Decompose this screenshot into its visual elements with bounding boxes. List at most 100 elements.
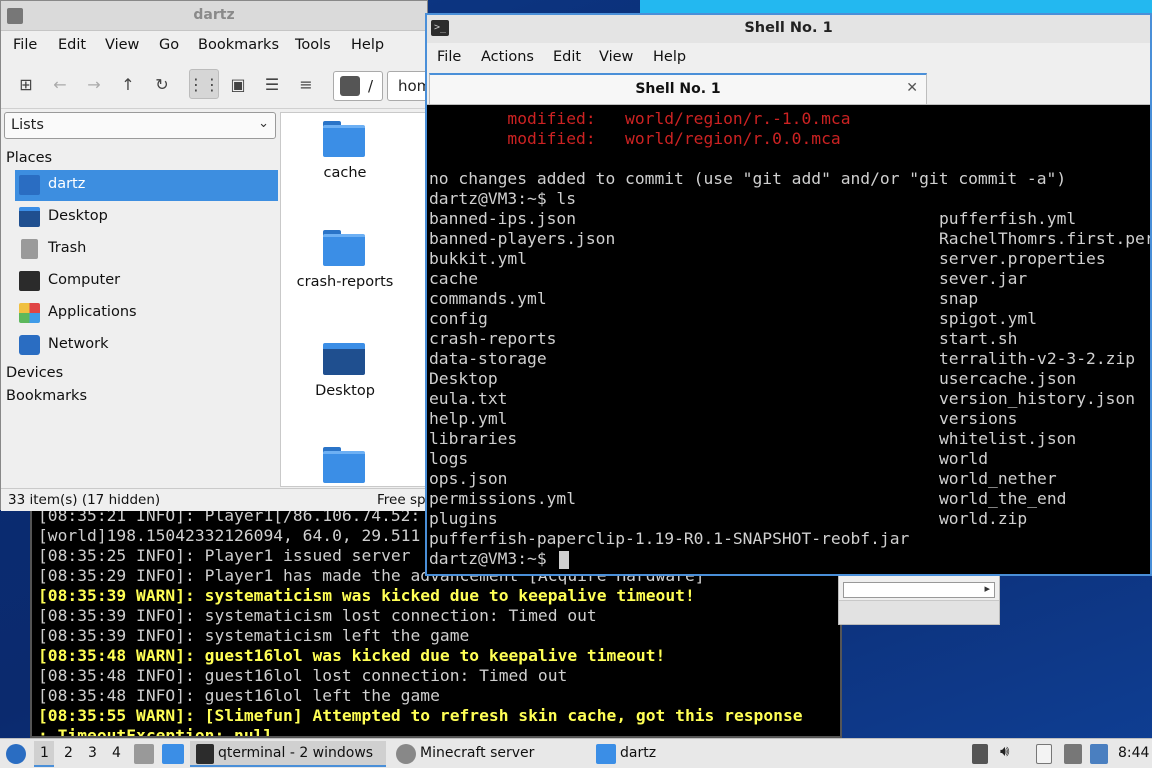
menu-tools[interactable]: Tools (295, 37, 331, 53)
volume-icon[interactable]: 🔊︎ (1000, 742, 1016, 762)
notification-icon[interactable] (1090, 744, 1108, 764)
ls-entry: RachelThomrs.first.per (939, 229, 1150, 248)
menu-file[interactable]: File (13, 37, 37, 53)
side-pane-mode-value: Lists (11, 117, 44, 133)
terminal-output[interactable]: modified: world/region/r.-1.0.mca modifi… (427, 105, 1150, 574)
ls-entry: help.yml (429, 409, 508, 428)
log-line: [08:35:48 INFO]: guest16lol lost connect… (38, 666, 568, 685)
applications-icon (19, 303, 40, 323)
file-manager-titlebar[interactable]: dartz (1, 1, 427, 31)
up-icon[interactable]: ↑ (113, 69, 143, 99)
minecraft-task-icon (396, 744, 416, 764)
sidebar-item-label: dartz (48, 176, 86, 192)
menu-edit[interactable]: Edit (553, 49, 581, 65)
clock[interactable]: 8:44 (1118, 745, 1149, 761)
folder-icon[interactable] (323, 230, 365, 266)
trash-icon (21, 239, 38, 259)
icon-view-icon[interactable]: ⋮⋮ (188, 69, 220, 99)
file-label[interactable]: cache (281, 165, 409, 181)
reload-icon[interactable]: ↻ (147, 69, 177, 99)
sidebar-item-label: Trash (48, 240, 87, 256)
ls-entry: world.zip (939, 509, 1028, 528)
prompt-line: dartz@VM3:~$ (429, 549, 557, 568)
ls-entry: ops.json (429, 469, 508, 488)
desktop-icon (19, 207, 40, 227)
compact-view-icon[interactable]: ☰ (257, 69, 287, 99)
places-heading[interactable]: Places (6, 150, 52, 166)
sidebar-item-computer[interactable]: Computer (15, 266, 278, 297)
network-status-icon[interactable] (1064, 744, 1082, 764)
show-desktop-icon[interactable] (162, 744, 184, 764)
detailed-view-icon[interactable]: ≡ (291, 69, 321, 99)
status-bar: 33 item(s) (17 hidden) Free sp (1, 488, 429, 511)
folder-icon[interactable] (323, 447, 365, 483)
sidebar-item-applications[interactable]: Applications (15, 298, 278, 329)
background-window[interactable]: ▸ (838, 575, 1000, 625)
menu-help[interactable]: Help (351, 37, 384, 53)
ls-entry: pufferfish-paperclip-1.19-R0.1-SNAPSHOT-… (429, 529, 910, 548)
new-tab-icon[interactable]: ⊞ (11, 69, 41, 99)
menu-help[interactable]: Help (653, 49, 686, 65)
close-icon[interactable]: ✕ (906, 80, 918, 96)
file-manager-launcher-icon[interactable] (134, 744, 154, 764)
terminal-task-icon (196, 744, 214, 764)
menu-view[interactable]: View (599, 49, 633, 65)
side-pane-mode-select[interactable]: Lists ⌄ (4, 112, 276, 139)
git-status-line: no changes added to commit (use "git add… (429, 169, 1067, 188)
back-icon[interactable]: ← (45, 69, 75, 99)
menu-file[interactable]: File (437, 49, 461, 65)
start-menu-icon[interactable] (6, 744, 26, 764)
devices-heading[interactable]: Devices (6, 365, 63, 381)
chevron-down-icon: ⌄ (258, 116, 269, 131)
workspace-4[interactable]: 4 (112, 745, 121, 761)
file-label[interactable]: crash-reports (281, 274, 409, 290)
network-icon (19, 335, 40, 355)
scroll-right-icon[interactable]: ▸ (984, 582, 990, 595)
text-cursor (559, 551, 569, 569)
path-root-button[interactable]: / (333, 71, 383, 101)
ls-entry: logs (429, 449, 469, 468)
ls-entry: world_the_end (939, 489, 1067, 508)
file-manager-window[interactable]: dartz File Edit View Go Bookmarks Tools … (0, 0, 447, 511)
sidebar-item-network[interactable]: Network (15, 330, 278, 361)
ls-entry: commands.yml (429, 289, 547, 308)
sidebar-item-desktop[interactable]: Desktop (15, 202, 278, 233)
menu-bookmarks[interactable]: Bookmarks (198, 37, 279, 53)
notes-icon[interactable] (1036, 744, 1052, 764)
task-dartz[interactable]: dartz (620, 745, 656, 761)
horizontal-scrollbar[interactable]: ▸ (843, 582, 995, 598)
search-icon (340, 76, 360, 96)
terminal-titlebar[interactable]: >_ Shell No. 1 (427, 15, 1150, 43)
workspace-3[interactable]: 3 (88, 745, 97, 761)
file-view[interactable]: cache crash-reports Desktop (280, 112, 430, 487)
qterminal-window[interactable]: >_ Shell No. 1 File Actions Edit View He… (425, 13, 1152, 576)
computer-icon (19, 271, 40, 291)
log-line-warn: [08:35:39 WARN]: systematicism was kicke… (38, 586, 695, 605)
ls-entry: libraries (429, 429, 518, 448)
desktop-folder-icon[interactable] (323, 339, 365, 375)
workspace-2[interactable]: 2 (64, 745, 73, 761)
thumbnail-view-icon[interactable]: ▣ (223, 69, 253, 99)
ls-entry: version_history.json (939, 389, 1136, 408)
ls-entry: terralith-v2-3-2.zip (939, 349, 1136, 368)
workspace-label: 1 (40, 745, 49, 761)
tab-shell-1[interactable]: Shell No. 1 ✕ (429, 73, 927, 104)
clipboard-icon[interactable] (972, 744, 988, 764)
log-line: [08:35:39 INFO]: systematicism lost conn… (38, 606, 597, 625)
ls-entry: pufferfish.yml (939, 209, 1077, 228)
log-line: [08:35:25 INFO]: Player1 issued server (38, 546, 411, 565)
menu-actions[interactable]: Actions (481, 49, 534, 65)
sidebar-item-trash[interactable]: Trash (15, 234, 278, 265)
log-line: [08:35:48 INFO]: guest16lol left the gam… (38, 686, 440, 705)
file-label[interactable]: Desktop (281, 383, 409, 399)
menu-view[interactable]: View (105, 37, 139, 53)
sidebar-item-dartz[interactable]: dartz (15, 170, 278, 201)
ls-entry: bukkit.yml (429, 249, 528, 268)
menu-edit[interactable]: Edit (58, 37, 86, 53)
task-minecraft[interactable]: Minecraft server (420, 745, 534, 761)
ls-entry: world_nether (939, 469, 1057, 488)
menu-go[interactable]: Go (159, 37, 179, 53)
forward-icon[interactable]: → (79, 69, 109, 99)
bookmarks-heading[interactable]: Bookmarks (6, 388, 87, 404)
folder-icon[interactable] (323, 121, 365, 157)
